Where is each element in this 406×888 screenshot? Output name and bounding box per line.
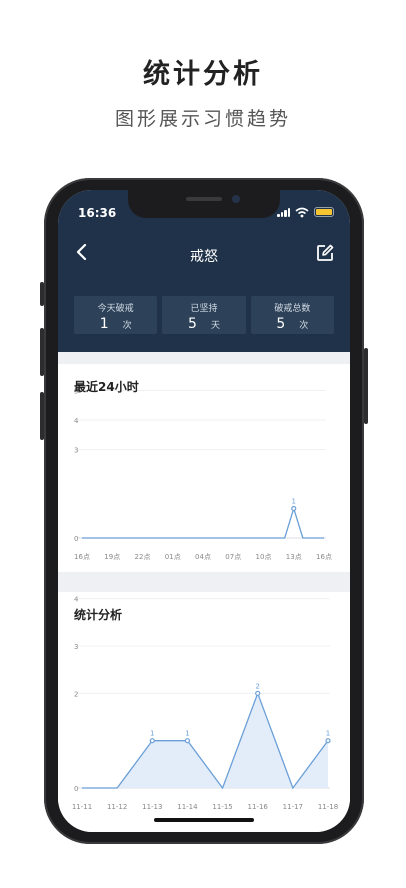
- x-tick-label: 11-14: [177, 803, 198, 811]
- x-tick-label: 11-16: [248, 803, 269, 811]
- chart-24h: 034516点 19点 22点 01点 04点 07点 10点 13点 16点1: [74, 388, 332, 562]
- x-tick-label: 11-18: [318, 803, 338, 811]
- series-line: [82, 506, 324, 539]
- notch: [128, 190, 280, 218]
- x-tick-label: 11-15: [212, 803, 232, 811]
- data-label: 1: [292, 498, 296, 506]
- x-tick-label: 22点: [135, 553, 151, 561]
- stats-row: 今天破戒 1 次 已坚持 5 天 破戒总数 5 次: [74, 296, 334, 334]
- y-tick-label: 4: [74, 417, 79, 425]
- data-point: [184, 738, 191, 744]
- power-button: [364, 348, 368, 424]
- chart-daily: 0 2 3 4 11-11 11-12 11-13 11-14 11-15 11-16 11-17 1…: [72, 596, 338, 811]
- mute-switch: [40, 282, 44, 306]
- x-tick-label: 07点: [225, 553, 241, 561]
- x-tick-label: 11-12: [107, 803, 127, 811]
- stat-label: 破戒总数: [274, 304, 311, 314]
- volume-up-button: [40, 328, 44, 376]
- volume-down-button: [40, 392, 44, 440]
- stat-total-breaks: 破戒总数 5 次: [250, 296, 334, 334]
- phone-frame: 16:36 戒怒 今天破戒 1 次 已坚持 5 天 破戒总数 5 次 最近24小…: [40, 178, 368, 844]
- x-tick-label: 11-17: [283, 803, 303, 811]
- battery-icon: [314, 207, 334, 217]
- stat-days-kept: 已坚持 5 天: [162, 296, 246, 334]
- x-tick-label: 11-13: [142, 803, 162, 811]
- status-icons: [277, 206, 334, 218]
- x-tick-label: 04点: [195, 553, 211, 561]
- promo-subtitle: 图形展示习惯趋势: [114, 108, 291, 130]
- camera: [232, 195, 240, 203]
- data-point: [149, 738, 155, 744]
- y-tick-label: 3: [74, 643, 78, 651]
- y-tick-label: 2: [74, 690, 78, 698]
- stat-today-breaks: 今天破戒 1 次: [74, 296, 158, 334]
- phone-screen: 16:36 戒怒 今天破戒 1 次 已坚持 5 天 破戒总数 5 次 最近24小…: [58, 190, 350, 832]
- series-area: [82, 693, 328, 788]
- stat-unit: 天: [210, 321, 220, 331]
- stat-value: 5: [188, 316, 197, 332]
- wifi-icon: [295, 207, 309, 217]
- data-label: 1: [326, 730, 330, 738]
- data-point: [291, 505, 297, 512]
- x-tick-label: 16点: [316, 553, 332, 561]
- status-time: 16:36: [78, 206, 117, 220]
- data-label: 2: [255, 682, 259, 690]
- chart-title: 统计分析: [74, 608, 123, 622]
- stat-value: 1: [99, 316, 109, 332]
- x-tick-label: 10点: [256, 553, 272, 561]
- y-tick-label: 0: [74, 535, 78, 543]
- x-tick-label: 19点: [104, 553, 120, 561]
- promo-title: 统计分析: [143, 59, 263, 90]
- page-title: 戒怒: [190, 249, 218, 265]
- x-tick-label: 11-11: [72, 803, 92, 811]
- stat-label: 已坚持: [190, 304, 218, 314]
- edit-icon[interactable]: [316, 244, 334, 262]
- stat-value: 5: [276, 316, 286, 332]
- data-point: [255, 690, 261, 696]
- x-tick-label: 13点: [286, 553, 302, 561]
- home-indicator: [154, 818, 254, 822]
- x-tick-label: 01点: [165, 553, 181, 561]
- signal-icon: [277, 207, 290, 217]
- x-tick-label: 16点: [74, 553, 90, 561]
- speaker: [186, 197, 222, 201]
- chart-card-stats: 统计分析 0 2 3 4 11-11 11-12 11-13 11-14 11-15 11-16 1…: [58, 592, 350, 832]
- data-point: [325, 738, 331, 744]
- y-tick-label: 0: [74, 785, 78, 793]
- data-label: 1: [185, 730, 189, 738]
- stat-label: 今天破戒: [97, 304, 134, 314]
- stat-unit: 次: [299, 321, 309, 331]
- data-label: 1: [150, 730, 154, 738]
- stat-unit: 次: [122, 321, 132, 331]
- y-tick-label: 4: [74, 596, 79, 604]
- chart-card-24h: 最近24小时 0 3 4 5 16点 19点 22点 01点 04点 07点 10点 13点 16点 1: [58, 364, 350, 572]
- y-tick-label: 3: [74, 447, 78, 455]
- chart-title: 最近24小时: [74, 380, 139, 394]
